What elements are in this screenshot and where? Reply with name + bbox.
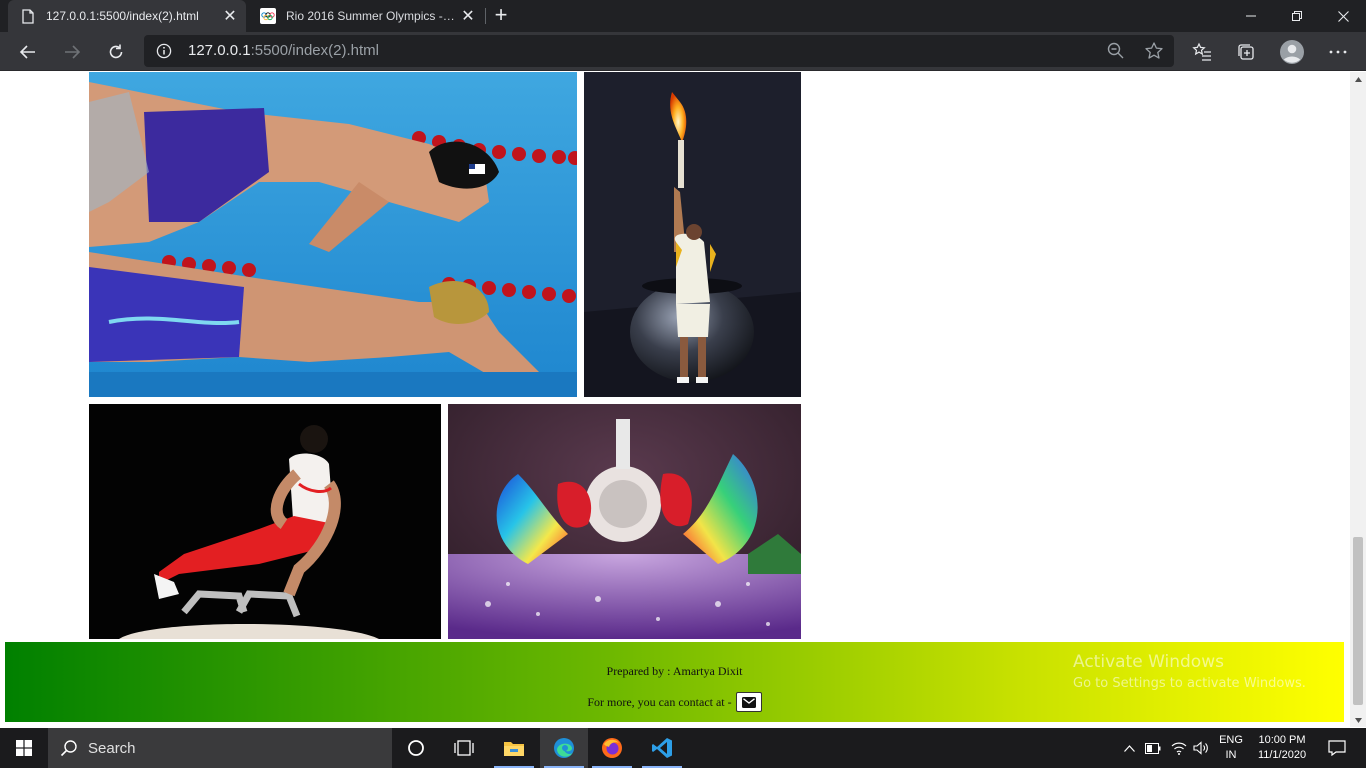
- scroll-down-arrow[interactable]: [1350, 713, 1366, 727]
- taskbar-search[interactable]: Search: [48, 728, 392, 768]
- back-button[interactable]: [12, 36, 44, 68]
- swimming-photo: [89, 72, 577, 397]
- restore-icon: [1292, 11, 1302, 21]
- close-tab-icon[interactable]: ✕: [456, 4, 480, 28]
- windows-logo-icon: [16, 740, 32, 756]
- cortana-button[interactable]: [392, 728, 440, 768]
- collections-icon: [1238, 44, 1254, 60]
- zoom-icon[interactable]: [1106, 41, 1126, 61]
- close-tab-icon[interactable]: ✕: [218, 4, 242, 28]
- olympic-rings-icon: [260, 8, 276, 24]
- page-icon: [20, 8, 36, 24]
- torch-photo: [584, 72, 801, 397]
- ceremony-photo: [448, 404, 801, 639]
- search-label: Search: [88, 739, 136, 757]
- contact-line: For more, you can contact at -: [5, 692, 1344, 712]
- clock-date: 11/1/2020: [1257, 749, 1307, 761]
- forward-button[interactable]: [56, 36, 88, 68]
- tab-title: 127.0.0.1:5500/index(2).html: [46, 9, 199, 23]
- wifi-icon: [1171, 742, 1187, 755]
- clock-time: 10:00 PM: [1258, 734, 1306, 746]
- more-icon: [1329, 50, 1347, 54]
- close-icon: [1337, 10, 1349, 22]
- contact-text: For more, you can contact at -: [587, 694, 732, 709]
- address-path: :5500/index(2).html: [250, 42, 379, 59]
- tab-title: Rio 2016 Summer Olympics - res: [286, 9, 456, 23]
- scroll-thumb[interactable]: [1353, 537, 1363, 705]
- edge-icon: [554, 738, 574, 758]
- activate-windows-subtitle: Go to Settings to activate Windows.: [1073, 676, 1306, 691]
- favorites-button[interactable]: [1189, 39, 1215, 65]
- address-url[interactable]: 127.0.0.1:5500/index(2).html: [188, 35, 379, 67]
- battery-icon: [1145, 742, 1161, 754]
- start-button[interactable]: [0, 728, 48, 768]
- show-hidden-icons[interactable]: [1120, 728, 1138, 768]
- address-bar[interactable]: 127.0.0.1:5500/index(2).html: [144, 35, 1174, 67]
- profile-avatar-icon: [1280, 40, 1304, 64]
- tab-local-page[interactable]: 127.0.0.1:5500/index(2).html ✕: [8, 0, 246, 32]
- favorite-star-icon[interactable]: [1144, 41, 1164, 61]
- close-window-button[interactable]: [1320, 0, 1366, 32]
- vscode-icon: [652, 738, 672, 758]
- system-clock[interactable]: 10:00 PM 11/1/2020: [1250, 728, 1314, 768]
- input-language[interactable]: ENG IN: [1212, 728, 1250, 768]
- tab-separator: [485, 8, 486, 24]
- page-scrollbar[interactable]: [1350, 72, 1366, 727]
- forward-icon: [65, 45, 81, 59]
- task-view-icon: [454, 740, 474, 756]
- chevron-down-icon: [1354, 717, 1362, 723]
- region-code: IN: [1225, 749, 1237, 761]
- favorites-list-icon: [1192, 42, 1211, 61]
- gymnastics-photo: [89, 404, 441, 639]
- file-explorer-button[interactable]: [490, 728, 538, 768]
- windows-taskbar: Search ENG IN 10:00 PM 11/1/2020: [0, 728, 1366, 768]
- task-view-button[interactable]: [440, 728, 488, 768]
- minimize-button[interactable]: [1228, 0, 1274, 32]
- battery-status[interactable]: [1142, 728, 1164, 768]
- file-explorer-icon: [504, 742, 524, 756]
- edge-button[interactable]: [540, 728, 588, 768]
- collections-button[interactable]: [1233, 39, 1259, 65]
- volume-control[interactable]: [1190, 728, 1212, 768]
- mail-icon: [741, 696, 756, 708]
- page-footer: Prepared by : Amartya Dixit For more, yo…: [5, 642, 1344, 722]
- vscode-button[interactable]: [638, 728, 686, 768]
- mail-button[interactable]: [735, 692, 762, 712]
- notification-icon: [1328, 740, 1346, 756]
- network-status[interactable]: [1168, 728, 1190, 768]
- profile-button[interactable]: [1279, 39, 1305, 65]
- volume-icon: [1193, 741, 1208, 755]
- firefox-button[interactable]: [588, 728, 636, 768]
- search-icon: [60, 740, 77, 757]
- browser-toolbar: 127.0.0.1:5500/index(2).html: [0, 32, 1366, 71]
- new-tab-button[interactable]: +: [488, 4, 514, 28]
- tab-rio-olympics[interactable]: Rio 2016 Summer Olympics - res ✕: [248, 0, 484, 32]
- activate-windows-title: Activate Windows: [1073, 652, 1224, 672]
- refresh-button[interactable]: [100, 36, 132, 68]
- chevron-up-icon: [1123, 744, 1135, 752]
- more-button[interactable]: [1325, 39, 1351, 65]
- page-viewport: Prepared by : Amartya Dixit For more, yo…: [0, 72, 1350, 727]
- minimize-icon: [1246, 15, 1256, 17]
- cortana-icon: [408, 740, 424, 756]
- language-code: ENG: [1219, 734, 1243, 746]
- chevron-up-icon: [1354, 76, 1362, 82]
- refresh-icon: [109, 44, 123, 59]
- back-icon: [19, 45, 35, 59]
- address-host: 127.0.0.1: [188, 42, 251, 59]
- info-icon[interactable]: [156, 43, 172, 59]
- action-center-button[interactable]: [1318, 728, 1356, 768]
- restore-button[interactable]: [1274, 0, 1320, 32]
- firefox-icon: [602, 738, 622, 758]
- browser-tab-bar: 127.0.0.1:5500/index(2).html ✕ Rio 2016 …: [0, 0, 1366, 32]
- scroll-up-arrow[interactable]: [1350, 72, 1366, 86]
